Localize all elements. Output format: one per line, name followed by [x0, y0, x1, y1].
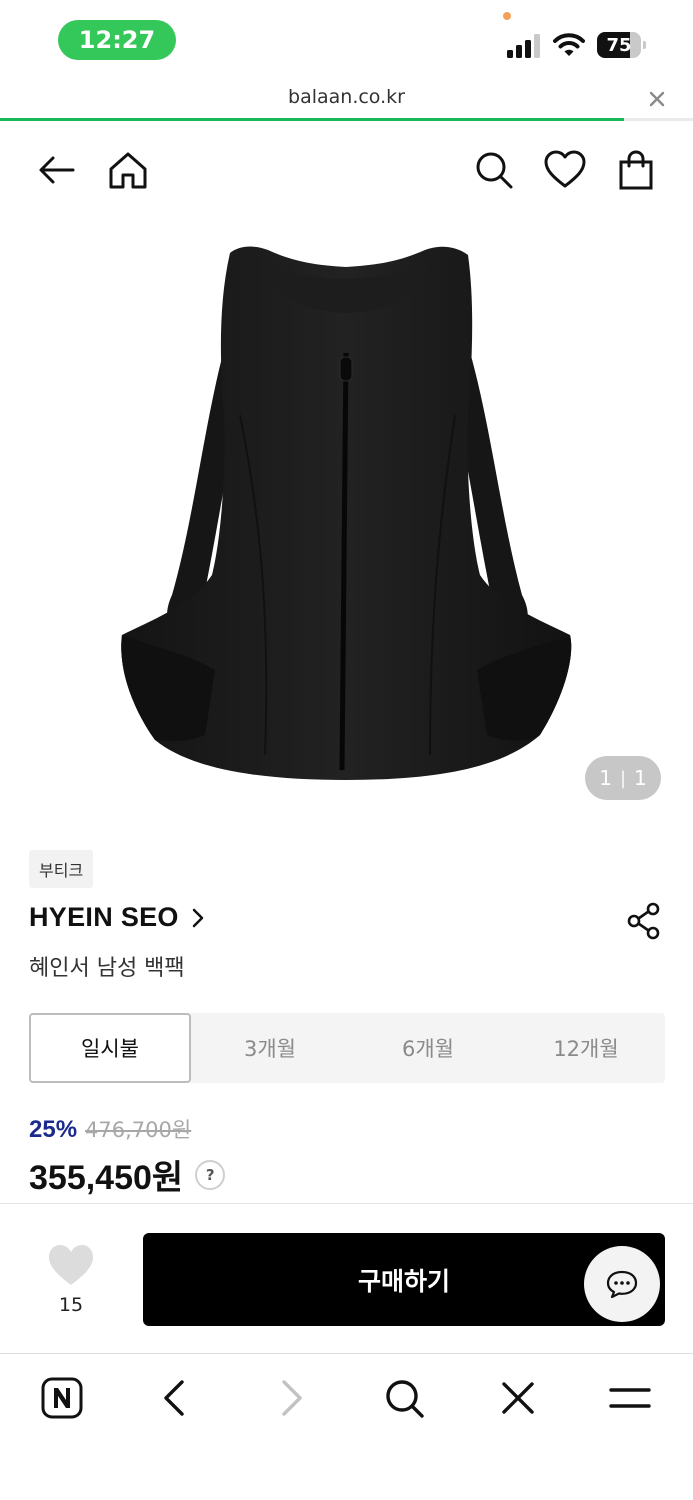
original-price: 476,700원 [85, 1118, 192, 1142]
image-counter: 1 | 1 [585, 756, 661, 800]
status-bar: 12:27 75 [0, 0, 693, 80]
final-price: 355,450원 [29, 1159, 184, 1197]
home-icon[interactable] [106, 148, 150, 192]
search-icon[interactable] [472, 148, 516, 192]
chat-bubble-icon[interactable] [605, 1269, 639, 1299]
wifi-icon [553, 33, 585, 56]
tab-12-months[interactable]: 12개월 [507, 1013, 665, 1083]
cellular-signal-icon [507, 34, 540, 58]
brand-link[interactable]: HYEIN SEO [29, 902, 207, 933]
product-image[interactable] [0, 215, 693, 815]
search-icon[interactable] [382, 1376, 426, 1420]
shopping-bag-icon[interactable] [614, 148, 658, 192]
app-header [0, 130, 693, 210]
close-icon[interactable] [646, 88, 668, 110]
share-icon[interactable] [626, 902, 662, 940]
final-price-row: 355,450원 ? [29, 1150, 226, 1199]
browser-toolbar [0, 1354, 693, 1500]
image-counter-total: 1 [634, 766, 647, 790]
like-count: 15 [58, 1294, 84, 1316]
chat-button[interactable] [584, 1246, 660, 1322]
battery-indicator: 75 [597, 32, 647, 58]
purchase-bar-divider [0, 1203, 693, 1204]
installment-tabs: 일시불 3개월 6개월 12개월 [29, 1013, 665, 1083]
privacy-indicator-dot [503, 12, 511, 20]
menu-icon[interactable] [608, 1376, 652, 1420]
naver-icon[interactable] [40, 1376, 84, 1420]
chevron-right-icon[interactable] [189, 907, 207, 929]
price-discount-row: 25% 476,700원 [29, 1114, 191, 1144]
tab-3-months[interactable]: 3개월 [191, 1013, 349, 1083]
brand-name[interactable]: HYEIN SEO [29, 902, 179, 933]
status-time: 12:27 [58, 20, 176, 60]
close-icon[interactable] [496, 1376, 540, 1420]
battery-level: 75 [606, 34, 632, 56]
tab-6-months[interactable]: 6개월 [349, 1013, 507, 1083]
page-load-progress-fill [0, 118, 624, 121]
forward-chevron-icon[interactable] [268, 1376, 312, 1420]
page-load-progress [0, 118, 693, 121]
url-domain[interactable]: balaan.co.kr [0, 86, 693, 108]
url-bar[interactable]: balaan.co.kr [0, 80, 693, 120]
product-name: 혜인서 남성 백팩 [29, 956, 185, 981]
discount-rate: 25% [29, 1116, 78, 1143]
back-arrow-icon[interactable] [35, 148, 79, 192]
price-help-button[interactable]: ? [195, 1159, 226, 1190]
tab-lump-sum[interactable]: 일시불 [29, 1013, 191, 1083]
back-chevron-icon[interactable] [154, 1376, 198, 1420]
image-counter-current: 1 [599, 766, 612, 790]
heart-icon[interactable] [543, 148, 587, 192]
boutique-tag: 부티크 [29, 850, 94, 888]
like-heart-icon[interactable] [47, 1243, 95, 1287]
image-counter-separator: | [619, 767, 627, 789]
